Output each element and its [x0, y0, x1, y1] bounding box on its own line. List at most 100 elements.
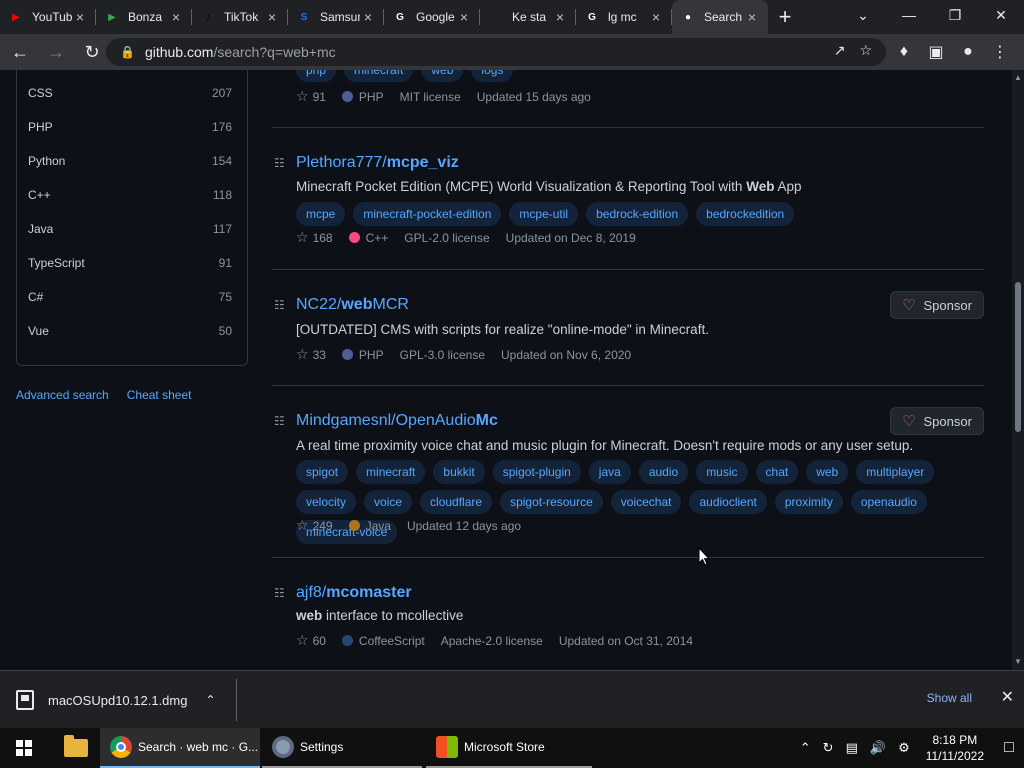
topic-tag[interactable]: voice [364, 490, 413, 514]
start-button[interactable] [0, 728, 48, 768]
chevron-up-icon[interactable]: ⌃ [205, 693, 215, 707]
browser-tab[interactable]: Ke sta × [480, 0, 576, 34]
topic-tag[interactable]: mcpe-util [509, 202, 579, 226]
topic-tag[interactable]: multiplayer [856, 460, 935, 484]
browser-tab[interactable]: G Google × [384, 0, 480, 34]
sponsor-button[interactable]: ♡ Sponsor [890, 291, 984, 319]
topic-tag[interactable]: bukkit [433, 460, 485, 484]
sponsor-button[interactable]: ♡ Sponsor [890, 407, 984, 435]
taskbar-app-chrome[interactable]: Search · web mc · G... [100, 728, 260, 768]
language-filter-item[interactable]: C++ 118 [28, 178, 232, 212]
repo-name-highlight[interactable]: mc [326, 584, 349, 601]
minimize-button[interactable]: — [886, 0, 932, 30]
advanced-search-link[interactable]: Advanced search [16, 388, 109, 402]
scrollbar-thumb[interactable] [1015, 282, 1021, 432]
tab-close-icon[interactable]: × [456, 9, 472, 25]
profile-avatar-icon[interactable]: ● [952, 38, 984, 66]
topic-tag[interactable]: cloudflare [420, 490, 493, 514]
tab-search-dropdown-icon[interactable]: ⌄ [840, 0, 886, 30]
close-icon[interactable]: ✕ [1001, 687, 1014, 707]
language-filter-item[interactable]: TypeScript 91 [28, 246, 232, 280]
topic-tag[interactable]: bedrockedition [696, 202, 795, 226]
topic-tag[interactable]: chat [755, 460, 799, 484]
tab-close-icon[interactable]: × [360, 9, 376, 25]
download-item[interactable]: macOSUpd10.12.1.dmg ⌃ [16, 683, 236, 717]
repo-title-link[interactable]: ajf8/mcomaster [296, 584, 412, 602]
language-filter-item[interactable]: Python 154 [28, 144, 232, 178]
topic-tag[interactable]: spigot-plugin [492, 460, 581, 484]
volume-icon[interactable]: 🔊 [870, 740, 886, 756]
scroll-up-arrow-icon[interactable]: ▲ [1012, 72, 1024, 84]
file-explorer-icon[interactable] [56, 728, 96, 768]
topic-tag[interactable]: velocity [296, 490, 357, 514]
extensions-puzzle-icon[interactable]: ♦ [888, 38, 920, 66]
address-bar[interactable]: 🔒 github.com/search?q=web+mc ↗ ☆ [106, 38, 886, 66]
browser-tab[interactable]: ▶ Bonza × [96, 0, 192, 34]
topic-tag[interactable]: voicechat [610, 490, 682, 514]
settings-icon[interactable]: ⚙ [898, 740, 910, 756]
repo-name[interactable]: mcpe_viz [387, 154, 459, 171]
show-all-button[interactable]: Show all [927, 691, 972, 705]
sync-icon[interactable]: ↻ [823, 740, 834, 756]
language-filter-item[interactable]: C# 75 [28, 280, 232, 314]
new-tab-button[interactable]: + [768, 0, 802, 34]
repo-owner[interactable]: Plethora777/ [296, 154, 387, 171]
topic-tag[interactable]: logs [471, 70, 514, 82]
topic-tag[interactable]: bedrock-edition [586, 202, 689, 226]
browser-tab[interactable]: ▶ YouTube× [0, 0, 96, 34]
browser-tab[interactable]: ● Search × [672, 0, 768, 34]
reload-icon[interactable]: ↻ [76, 36, 108, 68]
lock-icon[interactable]: 🔒 [120, 45, 135, 59]
repo-name[interactable]: OpenAudio [396, 412, 476, 429]
topic-tag[interactable]: minecraft [344, 70, 414, 82]
close-window-button[interactable]: ✕ [978, 0, 1024, 30]
maximize-button[interactable]: ❐ [932, 0, 978, 30]
kebab-menu-icon[interactable]: ⋮ [984, 38, 1016, 66]
show-hidden-icons-chevron-icon[interactable]: ⌃ [800, 740, 811, 756]
tab-close-icon[interactable]: × [552, 9, 568, 25]
tab-close-icon[interactable]: × [648, 9, 664, 25]
network-icon[interactable]: ▤ [846, 740, 858, 756]
language-filter-item[interactable]: Vue 50 [28, 314, 232, 348]
topic-tag[interactable]: minecraft-pocket-edition [353, 202, 502, 226]
topic-tag[interactable]: web [421, 70, 464, 82]
language-filter-item[interactable]: Java 117 [28, 212, 232, 246]
back-arrow-icon[interactable]: ← [4, 36, 36, 68]
topic-tag[interactable]: php [296, 70, 337, 82]
repo-title-link[interactable]: Mindgamesnl/OpenAudioMc [296, 412, 498, 430]
share-icon[interactable]: ↗ [834, 42, 846, 59]
taskbar-app-settings[interactable]: Settings [262, 728, 422, 768]
repo-owner[interactable]: ajf8/ [296, 584, 326, 601]
repo-title-link[interactable]: NC22/webMCR [296, 296, 409, 314]
tab-close-icon[interactable]: × [168, 9, 184, 25]
topic-tag[interactable]: audioclient [689, 490, 767, 514]
topic-tag[interactable]: spigot-resource [500, 490, 603, 514]
notification-icon[interactable]: □ [994, 728, 1024, 768]
topic-tag[interactable]: minecraft [356, 460, 426, 484]
cheat-sheet-link[interactable]: Cheat sheet [127, 388, 192, 402]
topic-tag[interactable]: proximity [774, 490, 843, 514]
topic-tag[interactable]: audio [638, 460, 689, 484]
browser-tab[interactable]: ♪ TikTok × [192, 0, 288, 34]
repo-owner[interactable]: Mindgamesnl/ [296, 412, 396, 429]
repo-title-link[interactable]: Plethora777/mcpe_viz [296, 154, 459, 172]
page-scrollbar[interactable]: ▲ ▼ [1012, 70, 1024, 670]
topic-tag[interactable]: mcpe [296, 202, 346, 226]
bookmark-star-icon[interactable]: ☆ [859, 42, 872, 59]
scroll-down-arrow-icon[interactable]: ▼ [1012, 656, 1024, 668]
clock[interactable]: 8:18 PM 11/11/2022 [926, 732, 984, 764]
tab-close-icon[interactable]: × [72, 9, 88, 25]
tab-close-icon[interactable]: × [264, 9, 280, 25]
topic-tag[interactable]: web [806, 460, 849, 484]
download-filename[interactable]: macOSUpd10.12.1.dmg [48, 693, 187, 708]
repo-name-highlight[interactable]: Mc [476, 412, 498, 429]
repo-name-highlight[interactable]: web [341, 296, 372, 313]
taskbar-app-store[interactable]: Microsoft Store [426, 728, 592, 768]
browser-tab[interactable]: Glg mc × [576, 0, 672, 34]
topic-tag[interactable]: java [588, 460, 631, 484]
topic-tag[interactable]: openaudio [850, 490, 927, 514]
language-filter-item[interactable]: CSS 207 [28, 76, 232, 110]
topic-tag[interactable]: spigot [296, 460, 349, 484]
repo-name[interactable]: omaster [349, 584, 411, 601]
repo-name[interactable]: MCR [372, 296, 408, 313]
